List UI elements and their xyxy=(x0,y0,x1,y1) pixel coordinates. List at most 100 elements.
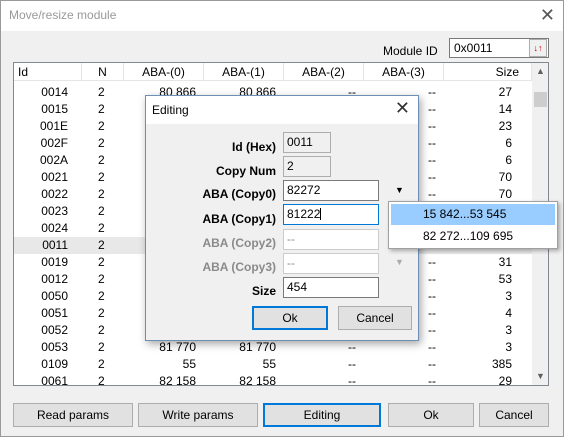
cell-size: 53 xyxy=(498,272,512,286)
dropdown-option[interactable]: 15 842...53 545 xyxy=(391,204,555,225)
dropdown-option[interactable]: 82 272...109 695 xyxy=(391,226,555,247)
read-params-button[interactable]: Read params xyxy=(13,403,133,427)
cell-id: 0012 xyxy=(41,272,68,286)
table-row[interactable]: 0053 2 81 770 81 770 -- -- 3 xyxy=(14,339,532,356)
cell-aba3: -- xyxy=(428,357,436,371)
column-header-aba1[interactable]: ABA-(1) xyxy=(204,63,284,81)
cell-size: 14 xyxy=(498,102,512,116)
cell-aba3: -- xyxy=(428,340,436,354)
aba-range-dropdown-list: 15 842...53 545 82 272...109 695 xyxy=(388,201,558,249)
aba-copy1-label: ABA (Copy1) xyxy=(202,212,276,226)
cell-n: 2 xyxy=(98,272,105,286)
id-hex-field[interactable]: 0011 xyxy=(283,132,331,153)
column-header-size[interactable]: Size xyxy=(444,63,532,81)
cell-size: 27 xyxy=(498,85,512,99)
cell-size: 29 xyxy=(498,374,512,386)
title-bar: Move/resize module ✕ xyxy=(1,1,563,31)
cell-size: 385 xyxy=(491,357,512,371)
scroll-up-icon[interactable]: ▲ xyxy=(532,63,548,80)
ok-button[interactable]: Ok xyxy=(388,403,474,427)
cell-aba0: 81 770 xyxy=(159,340,196,354)
dialog-cancel-button[interactable]: Cancel xyxy=(338,306,412,330)
cell-n: 2 xyxy=(98,238,105,252)
cell-aba2: -- xyxy=(348,340,356,354)
editing-dialog: Editing ✕ Id (Hex) 0011 Copy Num 2 ABA (… xyxy=(145,95,419,341)
cell-n: 2 xyxy=(98,136,105,150)
cell-n: 2 xyxy=(98,357,105,371)
dialog-ok-button[interactable]: Ok xyxy=(252,306,328,330)
sort-arrows-icon[interactable]: ↓↑ xyxy=(529,39,547,57)
aba-copy0-field[interactable]: 82272 xyxy=(283,180,379,201)
aba-copy3-label: ABA (Copy3) xyxy=(202,260,276,274)
cell-aba0: 55 xyxy=(182,357,196,371)
table-header: Id N ABA-(0) ABA-(1) ABA-(2) ABA-(3) Siz… xyxy=(14,63,532,81)
column-header-id[interactable]: Id xyxy=(14,63,82,81)
cell-n: 2 xyxy=(98,85,105,99)
cell-aba2: -- xyxy=(348,374,356,386)
cell-id: 0019 xyxy=(41,255,68,269)
cell-aba0: 82 158 xyxy=(159,374,196,386)
column-header-aba3[interactable]: ABA-(3) xyxy=(364,63,444,81)
copy-num-label: Copy Num xyxy=(216,164,276,178)
cell-id: 0011 xyxy=(42,238,68,252)
cell-size: 70 xyxy=(498,170,512,184)
column-header-aba0[interactable]: ABA-(0) xyxy=(124,63,204,81)
cell-n: 2 xyxy=(98,187,105,201)
table-row[interactable]: 0061 2 82 158 82 158 -- -- 29 xyxy=(14,373,532,386)
aba-copy0-dropdown-icon[interactable]: ▼ xyxy=(395,185,404,195)
close-icon[interactable]: ✕ xyxy=(540,4,555,26)
dialog-close-icon[interactable]: ✕ xyxy=(395,98,410,119)
cell-id: 0050 xyxy=(41,289,68,303)
cell-id: 0014 xyxy=(41,85,68,99)
aba-copy3-field: -- xyxy=(283,253,379,274)
cell-size: 31 xyxy=(498,255,512,269)
size-field[interactable]: 454 xyxy=(283,277,379,298)
cell-n: 2 xyxy=(98,340,105,354)
cell-n: 2 xyxy=(98,204,105,218)
cell-n: 2 xyxy=(98,255,105,269)
cell-id: 0024 xyxy=(41,221,68,235)
cell-aba2: -- xyxy=(348,357,356,371)
cell-id: 002A xyxy=(39,153,68,167)
cell-id: 0061 xyxy=(41,374,68,386)
cell-n: 2 xyxy=(98,170,105,184)
cell-size: 3 xyxy=(505,340,512,354)
size-label: Size xyxy=(251,284,276,298)
scroll-thumb[interactable] xyxy=(534,92,547,107)
cell-id: 001E xyxy=(39,119,68,133)
aba-copy3-dropdown-icon: ▼ xyxy=(395,257,404,267)
module-id-label: Module ID xyxy=(383,44,438,58)
cell-aba1: 82 158 xyxy=(239,374,276,386)
copy-num-field[interactable]: 2 xyxy=(283,156,331,177)
cell-id: 0051 xyxy=(41,306,68,320)
dialog-title: Editing xyxy=(152,103,189,117)
cell-id: 0052 xyxy=(41,323,68,337)
cell-n: 2 xyxy=(98,119,105,133)
cell-aba1: 81 770 xyxy=(239,340,276,354)
write-params-button[interactable]: Write params xyxy=(138,403,258,427)
aba-copy1-field[interactable]: 81222 xyxy=(283,204,379,225)
cell-id: 002F xyxy=(40,136,68,150)
cell-id: 0023 xyxy=(41,204,68,218)
cell-id: 0053 xyxy=(41,340,68,354)
aba-copy2-field: -- xyxy=(283,229,379,250)
cell-id: 0015 xyxy=(41,102,68,116)
cell-n: 2 xyxy=(98,306,105,320)
editing-button[interactable]: Editing xyxy=(263,403,381,427)
aba-copy1-value: 81222 xyxy=(287,207,321,221)
cell-size: 3 xyxy=(505,323,512,337)
dialog-title-bar: Editing ✕ xyxy=(146,96,418,124)
cell-n: 2 xyxy=(98,102,105,116)
cell-size: 6 xyxy=(505,153,512,167)
cell-n: 2 xyxy=(98,221,105,235)
table-row[interactable]: 0109 2 55 55 -- -- 385 xyxy=(14,356,532,373)
scroll-down-icon[interactable]: ▼ xyxy=(532,368,548,385)
cancel-button[interactable]: Cancel xyxy=(479,403,549,427)
column-header-aba2[interactable]: ABA-(2) xyxy=(284,63,364,81)
aba-copy2-label: ABA (Copy2) xyxy=(202,236,276,250)
id-hex-label: Id (Hex) xyxy=(231,140,276,154)
window-title: Move/resize module xyxy=(9,8,117,22)
column-header-n[interactable]: N xyxy=(82,63,124,81)
cell-id: 0109 xyxy=(41,357,68,371)
text-caret xyxy=(320,208,322,220)
